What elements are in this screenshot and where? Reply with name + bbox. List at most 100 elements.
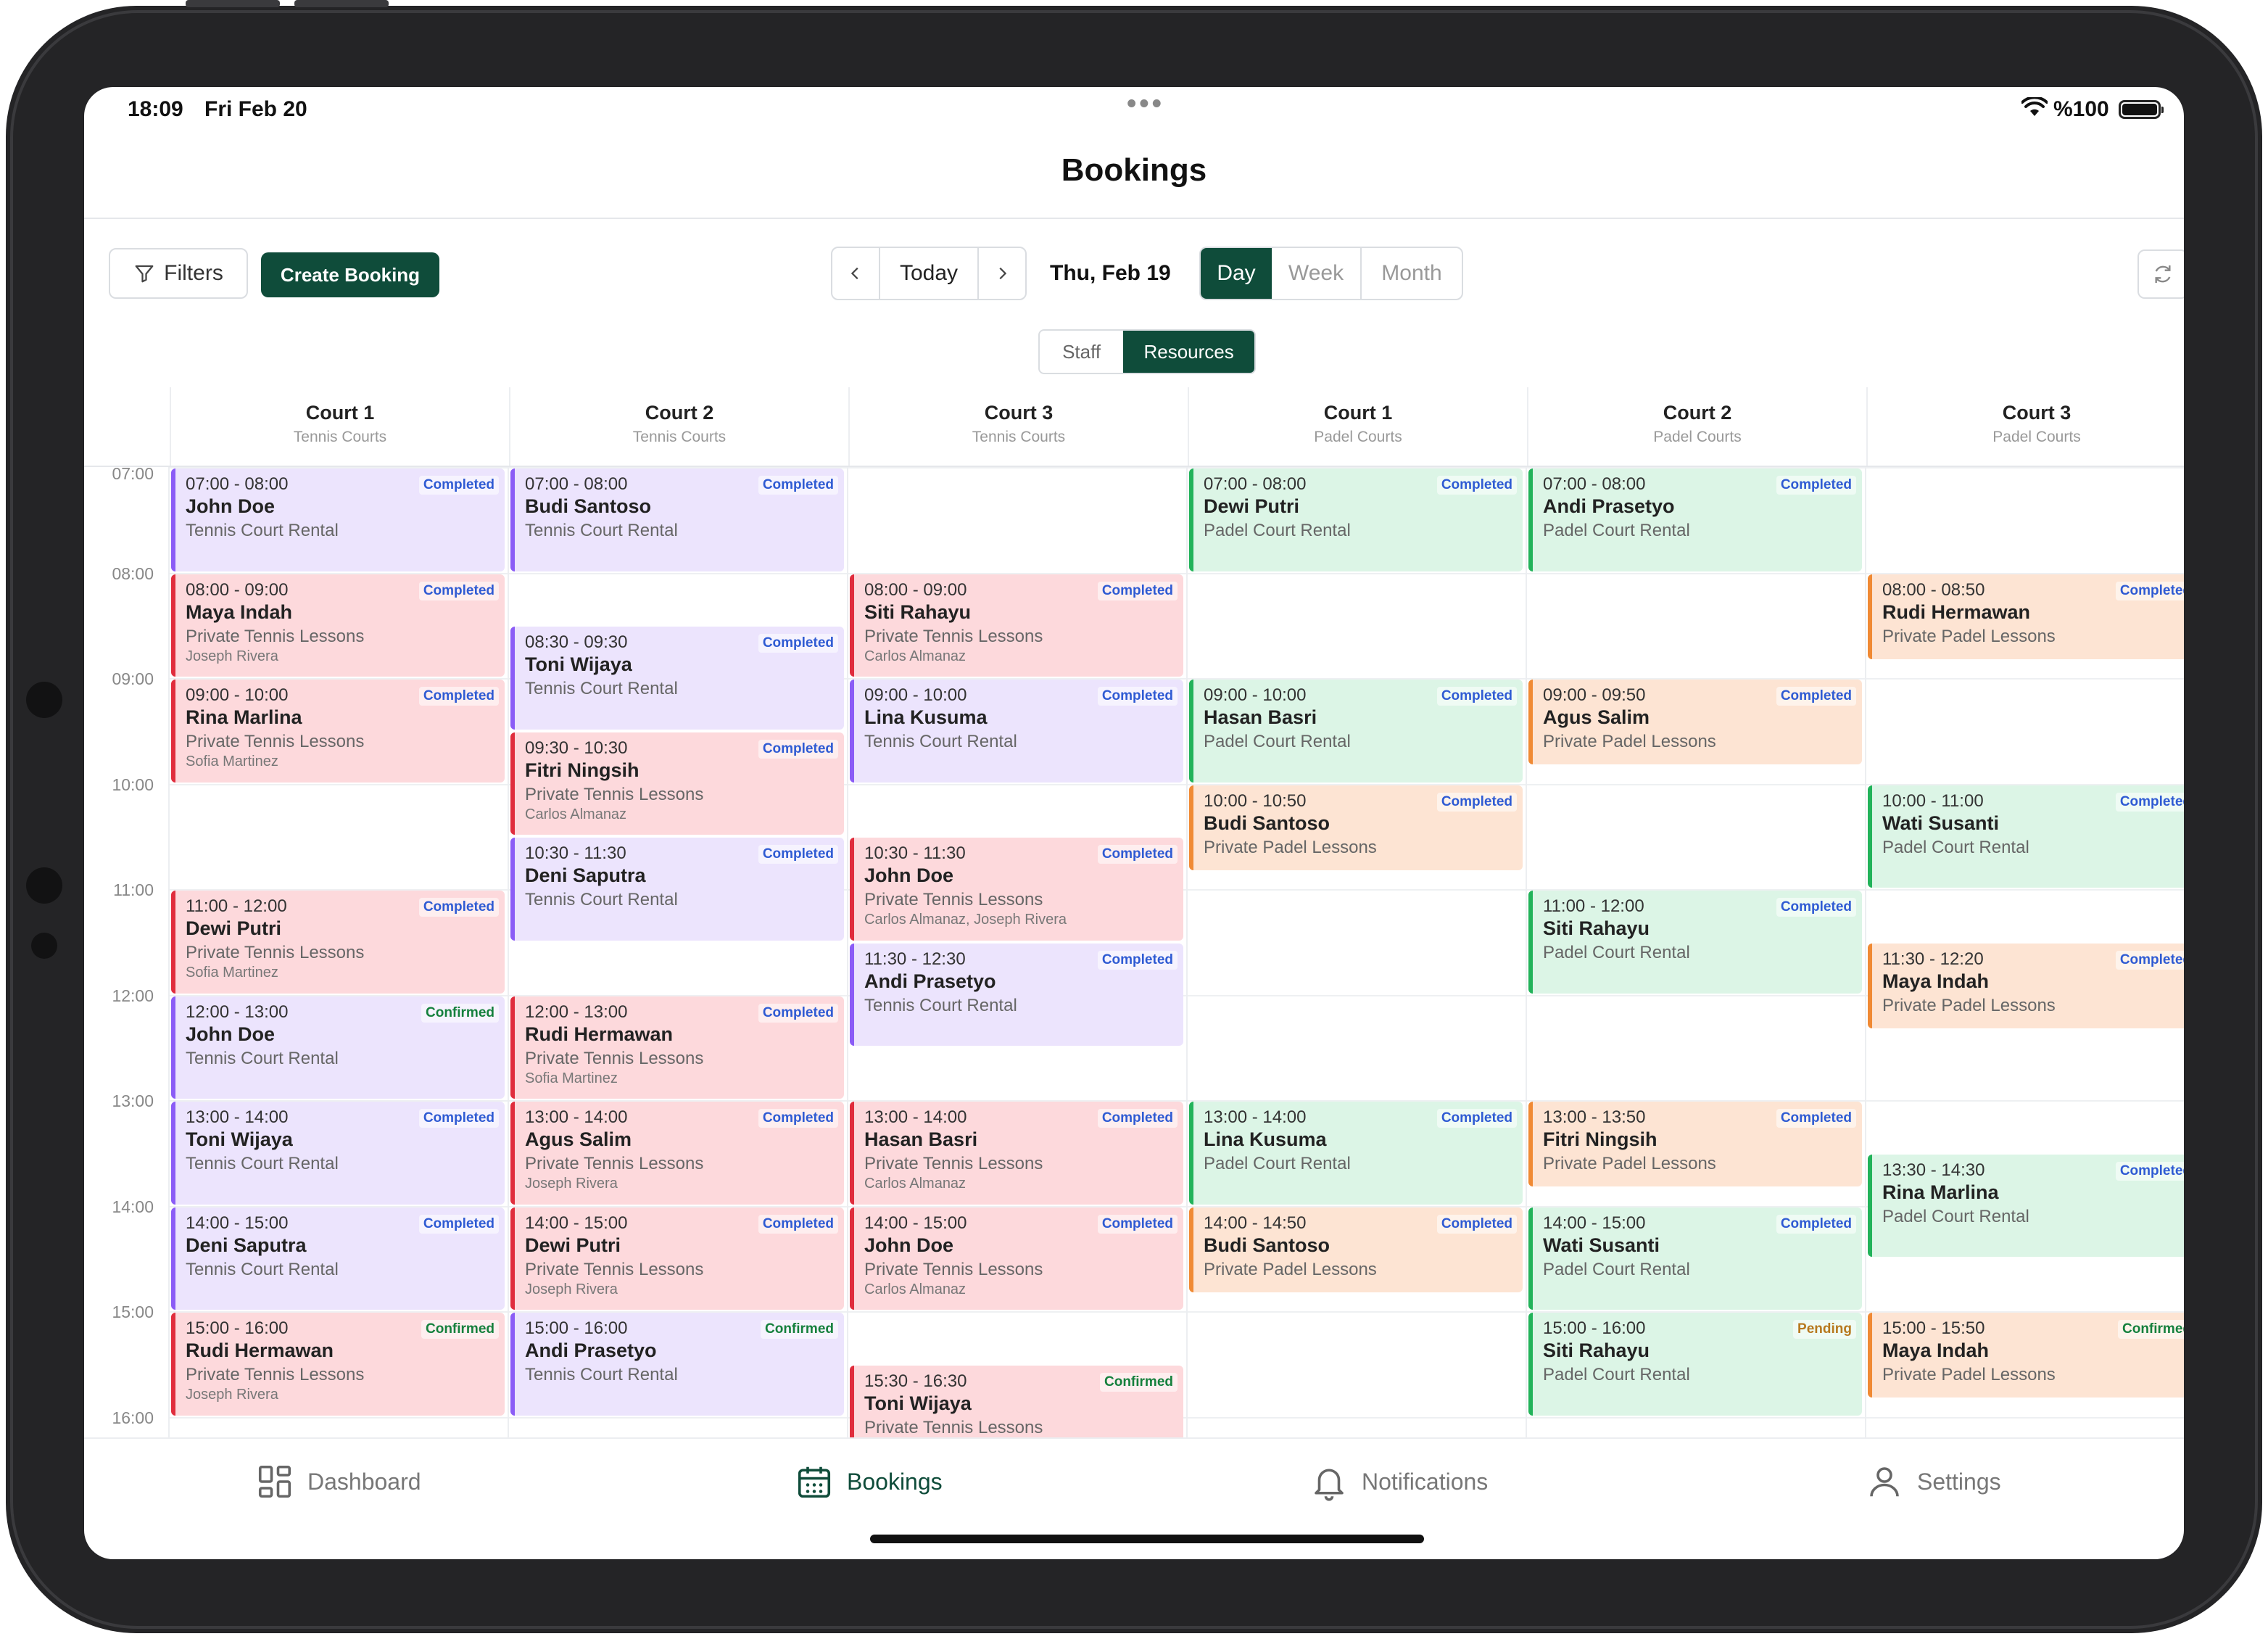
view-day-button[interactable]: Day	[1201, 248, 1272, 299]
status-badge: Completed	[418, 898, 499, 917]
column-divider	[847, 467, 848, 1439]
column-divider	[1186, 467, 1188, 1439]
booking-card[interactable]: 08:00 - 08:50 Rudi Hermawan Private Padel …	[1868, 574, 2184, 659]
booking-card[interactable]: 13:00 - 14:00 Lina Kusuma Padel Court Rent…	[1189, 1102, 1523, 1205]
booking-card[interactable]: 10:00 - 10:50 Budi Santoso Private Padel L…	[1189, 785, 1523, 870]
booking-card[interactable]: 08:30 - 09:30 Toni Wijaya Tennis Court Ren…	[510, 627, 844, 730]
booking-card[interactable]: 09:00 - 10:00 Hasan Basri Padel Court Rent…	[1189, 680, 1523, 783]
header-divider	[84, 218, 2184, 219]
booking-staff: Joseph Rivera	[186, 1387, 278, 1403]
booking-staff: Joseph Rivera	[186, 648, 278, 664]
resource-column-header: Court 1 Tennis Courts	[170, 387, 509, 466]
booking-service: Private Padel Lessons	[1882, 626, 2056, 646]
booking-customer: Hasan Basri	[1204, 706, 1317, 728]
booking-card[interactable]: 09:00 - 10:00 Lina Kusuma Tennis Court Ren…	[850, 680, 1183, 783]
tab-settings-label: Settings	[1917, 1468, 2001, 1495]
next-day-button[interactable]	[979, 248, 1025, 299]
booking-card[interactable]: 14:00 - 15:00 Wati Susanti Padel Court Ren…	[1528, 1207, 1862, 1310]
booking-card[interactable]: 09:00 - 09:50 Agus Salim Private Padel Les…	[1528, 680, 1862, 765]
calendar-body[interactable]: 07:00 08:00 09:00 10:00 11:00 12:00 13:00 14:00…	[84, 467, 2184, 1439]
booking-card[interactable]: 10:30 - 11:30 Deni Saputra Tennis Court Re…	[510, 838, 844, 941]
resource-category: Padel Courts	[1653, 429, 1742, 445]
booking-customer: Rudi Hermawan	[186, 1339, 334, 1361]
status-badge: Completed	[1776, 1214, 1856, 1234]
tab-settings[interactable]: Settings	[1865, 1456, 2001, 1507]
status-badge: Completed	[418, 1109, 499, 1128]
booking-card[interactable]: 15:00 - 15:50 Maya Indah Private Padel Les…	[1868, 1313, 2184, 1398]
status-badge: Confirmed	[761, 1320, 838, 1339]
booking-card[interactable]: 14:00 - 15:00 John Doe Private Tennis Less…	[850, 1207, 1183, 1310]
booking-card[interactable]: 13:00 - 14:00 Toni Wijaya Tennis Court Ren…	[171, 1102, 505, 1205]
booking-card[interactable]: 07:00 - 08:00 Andi Prasetyo Padel Court Re…	[1528, 468, 1862, 571]
tab-notifications[interactable]: Notifications	[1309, 1456, 1488, 1507]
booking-card[interactable]: 14:00 - 14:50 Budi Santoso Private Padel L…	[1189, 1207, 1523, 1292]
resource-category: Tennis Courts	[632, 429, 727, 445]
view-week-button[interactable]: Week	[1272, 248, 1362, 299]
booking-card[interactable]: 11:30 - 12:30 Andi Prasetyo Tennis Court R…	[850, 943, 1183, 1046]
booking-card[interactable]: 08:00 - 09:00 Maya Indah Private Tennis Le…	[171, 574, 505, 677]
time-label: 16:00	[112, 1408, 154, 1427]
booking-card[interactable]: 10:30 - 11:30 John Doe Private Tennis Less…	[850, 838, 1183, 941]
booking-service: Private Tennis Lessons	[186, 732, 365, 751]
column-divider	[508, 467, 509, 1439]
booking-card[interactable]: 11:30 - 12:20 Maya Indah Private Padel Les…	[1868, 943, 2184, 1028]
booking-card[interactable]: 15:00 - 16:00 Rudi Hermawan Private Tennis…	[171, 1313, 505, 1416]
create-booking-button[interactable]: Create Booking	[261, 252, 439, 297]
previous-day-button[interactable]	[832, 248, 879, 299]
today-button[interactable]: Today	[879, 248, 979, 299]
booking-service: Padel Court Rental	[1882, 1206, 2029, 1226]
filters-button[interactable]: Filters	[109, 248, 248, 299]
status-badge: Completed	[1776, 476, 1856, 495]
booking-service: Private Padel Lessons	[1543, 732, 1716, 751]
home-indicator[interactable]	[870, 1535, 1424, 1543]
booking-service: Private Padel Lessons	[1204, 1259, 1377, 1279]
booking-service: Padel Court Rental	[1204, 1154, 1351, 1173]
booking-card[interactable]: 12:00 - 13:00 John Doe Tennis Court Rental…	[171, 996, 505, 1099]
booking-card[interactable]: 08:00 - 09:00 Siti Rahayu Private Tennis L…	[850, 574, 1183, 677]
resource-name: Court 3	[984, 402, 1054, 424]
booking-card[interactable]: 14:00 - 15:00 Dewi Putri Private Tennis Le…	[510, 1207, 844, 1310]
refresh-button[interactable]	[2137, 249, 2184, 299]
booking-service: Private Tennis Lessons	[525, 1154, 704, 1173]
booking-card[interactable]: 14:00 - 15:00 Deni Saputra Tennis Court Re…	[171, 1207, 505, 1310]
booking-card[interactable]: 11:00 - 12:00 Dewi Putri Private Tennis Le…	[171, 891, 505, 994]
booking-card[interactable]: 15:00 - 16:00 Siti Rahayu Padel Court Rent…	[1528, 1313, 1862, 1416]
booking-card[interactable]: 07:00 - 08:00 Budi Santoso Tennis Court Re…	[510, 468, 844, 571]
booking-card[interactable]: 12:00 - 13:00 Rudi Hermawan Private Tennis…	[510, 996, 844, 1099]
booking-card[interactable]: 13:00 - 13:50 Fitri Ningsih Private Padel …	[1528, 1102, 1862, 1187]
side-sensor	[26, 867, 62, 904]
view-month-button[interactable]: Month	[1362, 248, 1462, 299]
status-badge: Completed	[1436, 792, 1517, 812]
booking-card[interactable]: 09:00 - 10:00 Rina Marlina Private Tennis …	[171, 680, 505, 783]
booking-service: Tennis Court Rental	[186, 521, 339, 540]
booking-service: Padel Court Rental	[1204, 521, 1351, 540]
booking-card[interactable]: 13:00 - 14:00 Hasan Basri Private Tennis L…	[850, 1102, 1183, 1205]
booking-customer: Siti Rahayu	[864, 600, 972, 623]
booking-card[interactable]: 07:00 - 08:00 John Doe Tennis Court Rental…	[171, 468, 505, 571]
booking-card[interactable]: 15:30 - 16:30 Toni Wijaya Private Tennis L…	[850, 1365, 1183, 1439]
booking-customer: Toni Wijaya	[525, 653, 632, 676]
booking-card[interactable]: 15:00 - 16:00 Andi Prasetyo Tennis Court R…	[510, 1313, 844, 1416]
booking-customer: Agus Salim	[525, 1128, 632, 1150]
resources-tab[interactable]: Resources	[1123, 331, 1254, 373]
booking-card[interactable]: 13:30 - 14:30 Rina Marlina Padel Court Ren…	[1868, 1154, 2184, 1258]
staff-tab[interactable]: Staff	[1040, 331, 1123, 373]
tab-dashboard[interactable]: Dashboard	[255, 1456, 421, 1507]
booking-card[interactable]: 09:30 - 10:30 Fitri Ningsih Private Tennis…	[510, 732, 844, 835]
tab-bookings[interactable]: Bookings	[795, 1456, 943, 1507]
status-badge: Completed	[758, 634, 838, 653]
status-badge: Completed	[1097, 1214, 1178, 1234]
page-title: Bookings	[1061, 152, 1207, 188]
booking-customer: Fitri Ningsih	[1543, 1128, 1657, 1150]
booking-card[interactable]: 13:00 - 14:00 Agus Salim Private Tennis Le…	[510, 1102, 844, 1205]
booking-service: Private Tennis Lessons	[525, 1048, 704, 1068]
hardware-button	[294, 0, 389, 7]
booking-card[interactable]: 11:00 - 12:00 Siti Rahayu Padel Court Rent…	[1528, 891, 1862, 994]
booking-card[interactable]: 10:00 - 11:00 Wati Susanti Padel Court Ren…	[1868, 785, 2184, 888]
booking-service: Private Padel Lessons	[1882, 995, 2056, 1015]
time-label: 08:00	[112, 563, 154, 583]
booking-customer: Maya Indah	[1882, 970, 1990, 992]
booking-customer: Lina Kusuma	[864, 706, 988, 728]
multitasking-dots-icon[interactable]: •••	[1127, 88, 1164, 120]
booking-card[interactable]: 07:00 - 08:00 Dewi Putri Padel Court Renta…	[1189, 468, 1523, 571]
